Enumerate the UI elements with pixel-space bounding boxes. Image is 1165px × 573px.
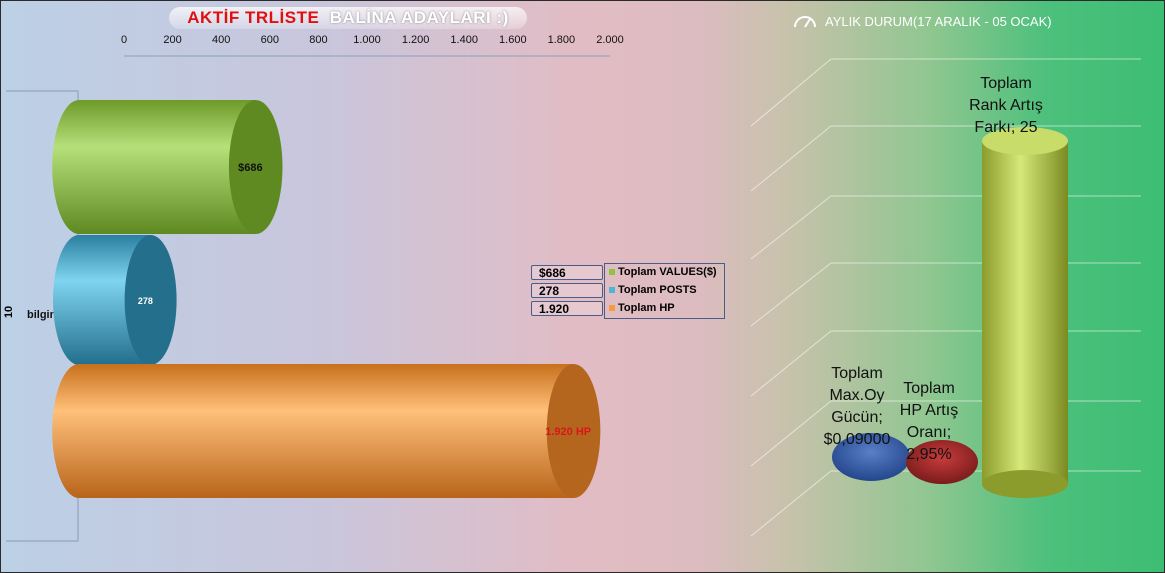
label-rank-line3: Farkı; 25 <box>974 119 1038 136</box>
legend-posts-label: Toplam POSTS <box>618 284 697 296</box>
label-hp-artis-line4: 2,95% <box>906 446 952 463</box>
bar-posts-data-label: 278 <box>138 296 153 306</box>
legend-hp-value: 1.920 <box>531 301 603 316</box>
legend-hp-swatch <box>609 305 615 311</box>
x-tick-label: 1.400 <box>450 34 478 46</box>
label-rank-artis-farki: Toplam Rank Artış Farkı; 25 <box>951 73 1061 139</box>
label-rank-line1: Toplam <box>980 75 1032 92</box>
x-tick-label: 1.800 <box>547 34 576 46</box>
bar-posts: 278 <box>53 235 177 365</box>
legend-values-entry: Toplam VALUES($) <box>609 266 717 278</box>
dashboard: AKTİF TRLİSTE BALİNA ADAYLARI :) AYLIK D… <box>0 0 1165 573</box>
label-hp-artis-line1: Toplam <box>903 380 955 397</box>
x-tick-label: 600 <box>260 34 279 46</box>
legend-hp-label: Toplam HP <box>618 302 675 314</box>
label-hp-artis-orani: Toplam HP Artış Oranı; 2,95% <box>885 378 973 466</box>
x-tick-label: 0 <box>120 34 128 46</box>
bar-hp-body <box>52 364 574 498</box>
legend-posts-swatch <box>609 287 615 293</box>
x-tick-label: 200 <box>163 34 182 46</box>
x-tick-label: 400 <box>212 34 231 46</box>
label-rank-line2: Rank Artış <box>969 97 1043 114</box>
bar-values-data-label: $686 <box>238 162 262 174</box>
x-tick-label: 1.200 <box>401 34 430 46</box>
bar-values: $686 <box>52 100 283 234</box>
legend-values-swatch <box>609 269 615 275</box>
x-tick-label: 1.600 <box>499 34 527 46</box>
bar-hp-data-label: 1.920 HP <box>545 426 591 438</box>
bar-hp: 1.920 HP <box>52 364 601 498</box>
legend-posts-entry: Toplam POSTS <box>609 284 697 296</box>
label-hp-artis-line2: HP Artış <box>899 402 959 419</box>
x-tick-label: 1.000 <box>353 34 381 46</box>
x-tick-label: 800 <box>309 34 328 46</box>
legend-posts-value: 278 <box>531 283 603 298</box>
label-hp-artis-line3: Oranı; <box>906 424 952 441</box>
bar-values-body <box>52 100 256 234</box>
cylinder-rank-artis-farki <box>982 127 1068 498</box>
legend-values-label: Toplam VALUES($) <box>618 266 717 278</box>
legend-hp-entry: Toplam HP <box>609 302 675 314</box>
legend-values-value: $686 <box>531 265 603 280</box>
x-tick-label: 2.000 <box>596 34 624 46</box>
